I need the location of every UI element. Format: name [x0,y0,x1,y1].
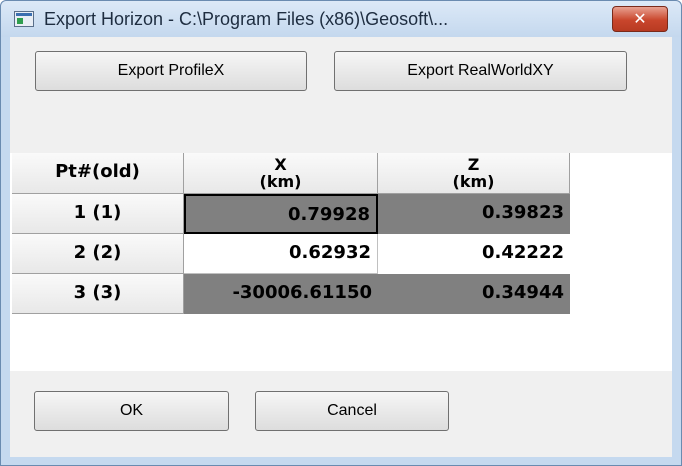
cell-x-row-2[interactable]: 0.62932 [184,234,378,274]
column-header-x[interactable]: X (km) [184,153,378,194]
column-header-z[interactable]: Z (km) [378,153,570,194]
column-header-z-unit: (km) [452,172,495,191]
column-header-x-unit: (km) [259,172,302,191]
ok-button[interactable]: OK [34,391,229,431]
cell-x-row-3[interactable]: -30006.61150 [184,274,378,314]
points-grid: Pt#(old) X (km) Z (km) 1 (1) 0.79928 0.3… [10,153,672,371]
cancel-button[interactable]: Cancel [255,391,449,431]
cell-x-row-1[interactable]: 0.79928 [184,194,378,234]
dialog-client-area: Export ProfileX Export RealWorldXY Pt#(o… [10,37,672,457]
column-header-z-name: Z [467,155,480,174]
column-header-x-name: X [274,155,287,174]
cell-z-row-3[interactable]: 0.34944 [378,274,570,314]
row-header-2[interactable]: 2 (2) [12,234,184,274]
row-header-1[interactable]: 1 (1) [12,194,184,234]
app-window-icon [14,11,34,27]
row-header-3[interactable]: 3 (3) [12,274,184,314]
close-icon: ✕ [633,9,647,28]
cell-z-row-1[interactable]: 0.39823 [378,194,570,234]
export-profilex-button[interactable]: Export ProfileX [35,51,307,91]
title-bar[interactable]: Export Horizon - C:\Program Files (x86)\… [1,1,681,37]
export-horizon-dialog: Export Horizon - C:\Program Files (x86)\… [0,0,682,466]
close-button[interactable]: ✕ [612,6,668,32]
window-title: Export Horizon - C:\Program Files (x86)\… [44,9,449,29]
export-realworldxy-button[interactable]: Export RealWorldXY [334,51,627,91]
corner-header: Pt#(old) [12,153,184,194]
cell-z-row-2[interactable]: 0.42222 [378,234,570,274]
